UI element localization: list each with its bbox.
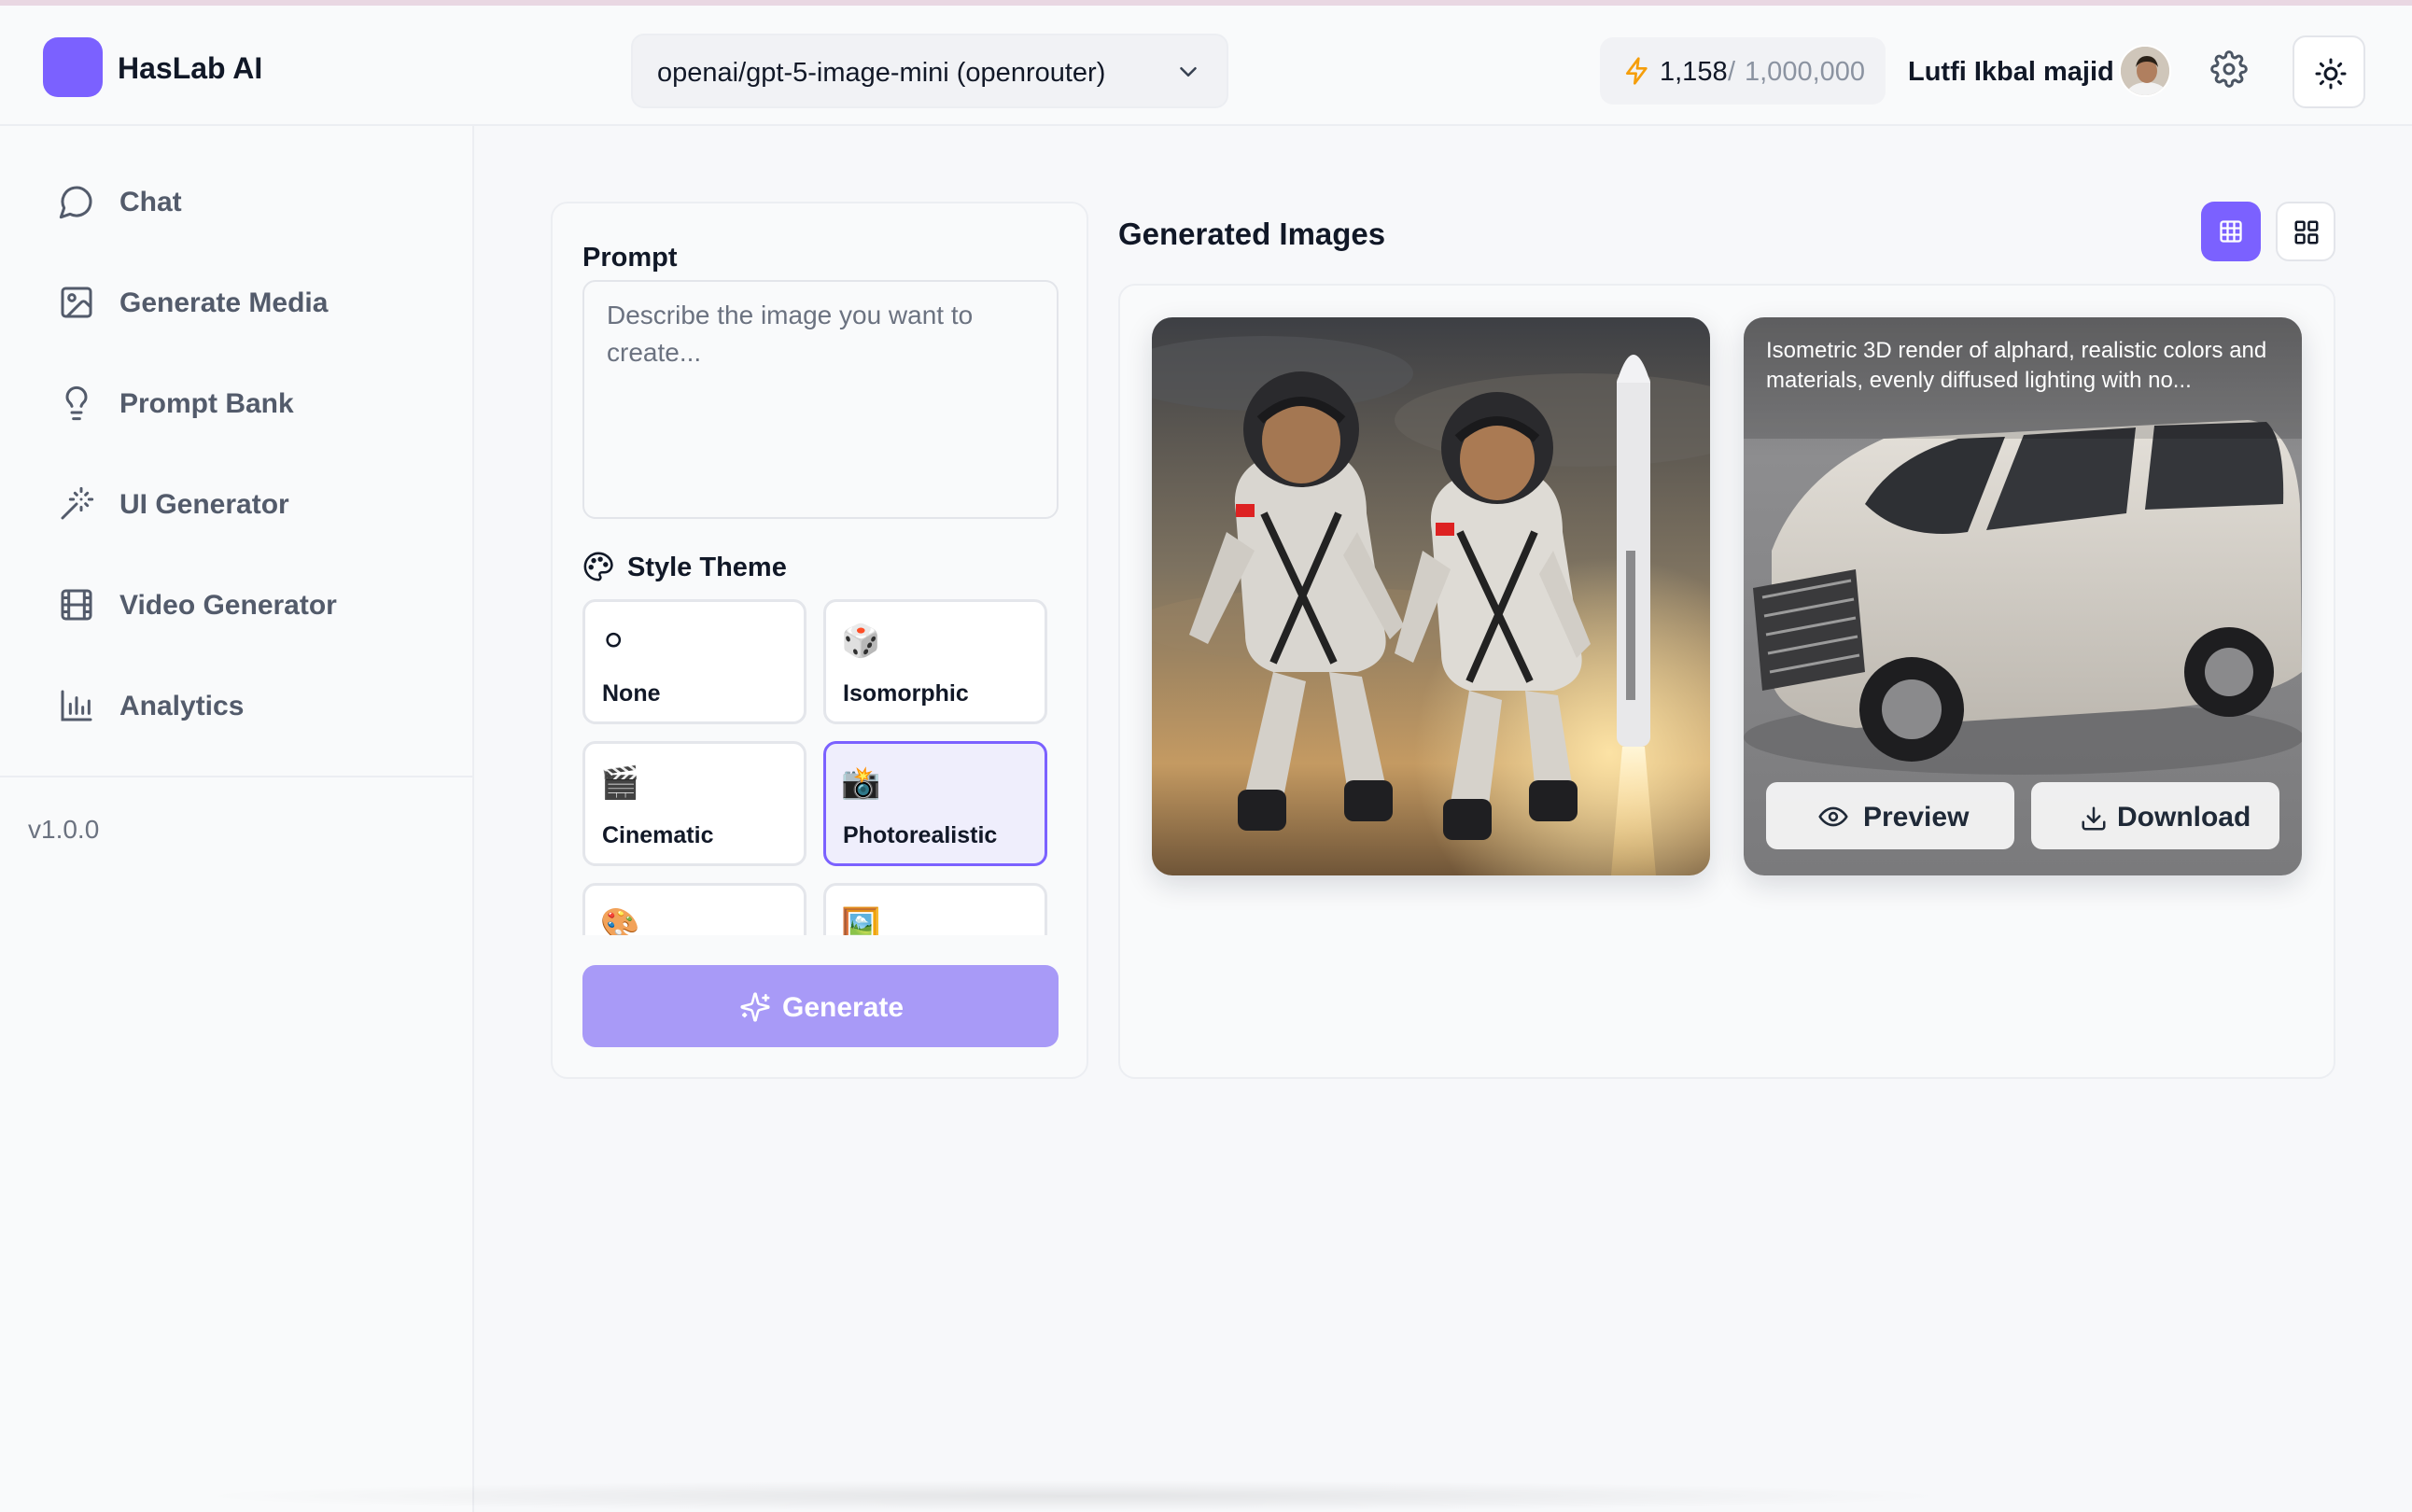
generated-image-card[interactable] bbox=[1152, 317, 1710, 875]
chevron-down-icon bbox=[1174, 58, 1202, 86]
prompt-panel: Prompt Style Theme ⚪ None 🎲 Isomorphic 🎬… bbox=[551, 202, 1088, 1079]
sun-icon bbox=[2314, 57, 2348, 91]
generated-image-card[interactable]: Isometric 3D render of alphard, realisti… bbox=[1744, 317, 2302, 875]
framed-picture-icon: 🖼️ bbox=[841, 907, 881, 935]
model-select-value: openai/gpt-5-image-mini (openrouter) bbox=[657, 58, 1106, 88]
style-theme-grid: ⚪ None 🎲 Isomorphic 🎬 Cinematic 📸 Photor… bbox=[582, 599, 1060, 935]
eye-icon bbox=[1818, 805, 1848, 829]
app-logo[interactable] bbox=[43, 37, 103, 97]
sidebar-item-generate-media[interactable]: Generate Media bbox=[37, 264, 448, 339]
settings-button[interactable] bbox=[2210, 50, 2248, 88]
user-name[interactable]: Lutfi Ikbal majid bbox=[1908, 57, 2114, 88]
download-icon bbox=[2080, 805, 2108, 833]
style-option-label: Cinematic bbox=[602, 822, 714, 848]
app-title: HasLab AI bbox=[118, 51, 263, 85]
sparkles-icon bbox=[739, 991, 771, 1023]
sidebar-item-label: Chat bbox=[119, 187, 182, 217]
sidebar-item-label: Prompt Bank bbox=[119, 388, 294, 419]
bolt-icon bbox=[1622, 56, 1652, 86]
theme-toggle-button[interactable] bbox=[2293, 35, 2365, 108]
style-option-photorealistic[interactable]: 📸 Photorealistic bbox=[823, 741, 1047, 866]
sidebar-item-label: Analytics bbox=[119, 691, 245, 721]
style-option-isomorphic[interactable]: 🎲 Isomorphic bbox=[823, 599, 1047, 724]
style-option-label: Photorealistic bbox=[843, 822, 998, 848]
download-button[interactable]: Download bbox=[2031, 782, 2279, 849]
credits-limit: 1,000,000 bbox=[1745, 57, 1866, 87]
bottom-shadow bbox=[187, 1480, 1960, 1512]
gear-icon bbox=[2210, 50, 2248, 88]
sidebar-item-label: UI Generator bbox=[119, 489, 289, 520]
sidebar-item-chat[interactable]: Chat bbox=[37, 163, 448, 238]
sidebar-item-ui-generator[interactable]: UI Generator bbox=[37, 466, 448, 540]
results-title: Generated Images bbox=[1118, 217, 1386, 251]
generated-images-panel: Isometric 3D render of alphard, realisti… bbox=[1118, 284, 2335, 1079]
style-option-label: Isomorphic bbox=[843, 680, 969, 707]
credits-separator: / bbox=[1728, 57, 1736, 87]
dice-icon: 🎲 bbox=[841, 623, 881, 659]
bar-chart-icon bbox=[58, 687, 95, 724]
table-grid-icon bbox=[2218, 218, 2244, 245]
sidebar: Chat Generate Media Prompt Bank UI Gener… bbox=[0, 126, 474, 1512]
prompt-label: Prompt bbox=[582, 243, 678, 273]
image-caption: Isometric 3D render of alphard, realisti… bbox=[1766, 338, 2267, 393]
palette-emoji-icon: 🎨 bbox=[600, 907, 640, 935]
film-icon bbox=[58, 586, 95, 623]
clapperboard-icon: 🎬 bbox=[600, 765, 640, 801]
grid-view-button[interactable] bbox=[2201, 202, 2261, 261]
generate-button[interactable]: Generate bbox=[582, 965, 1059, 1047]
preview-button-label: Preview bbox=[1863, 802, 1970, 833]
sidebar-item-video-generator[interactable]: Video Generator bbox=[37, 567, 448, 641]
lightbulb-icon bbox=[58, 385, 95, 422]
style-theme-label: Style Theme bbox=[627, 553, 787, 582]
sidebar-item-analytics[interactable]: Analytics bbox=[37, 667, 448, 742]
avatar[interactable] bbox=[2119, 45, 2171, 97]
style-option-label: None bbox=[602, 680, 661, 707]
sidebar-divider bbox=[0, 776, 474, 777]
prompt-input[interactable] bbox=[582, 280, 1059, 519]
preview-button[interactable]: Preview bbox=[1766, 782, 2014, 849]
white-circle-icon: ⚪ bbox=[600, 623, 627, 659]
style-option-cinematic[interactable]: 🎬 Cinematic bbox=[582, 741, 806, 866]
style-option-none[interactable]: ⚪ None bbox=[582, 599, 806, 724]
model-select[interactable]: openai/gpt-5-image-mini (openrouter) bbox=[631, 34, 1228, 108]
credits-used: 1,158 bbox=[1660, 57, 1728, 87]
download-button-label: Download bbox=[2117, 802, 2251, 833]
style-option-framed[interactable]: 🖼️ bbox=[823, 883, 1047, 935]
large-grid-view-button[interactable] bbox=[2276, 202, 2335, 261]
credits-indicator: 1,158 / 1,000,000 bbox=[1600, 37, 1886, 105]
image-icon bbox=[58, 284, 95, 321]
magic-wand-icon bbox=[58, 485, 95, 523]
sidebar-item-label: Video Generator bbox=[119, 590, 337, 621]
chat-bubble-icon bbox=[58, 183, 95, 220]
camera-flash-icon: 📸 bbox=[841, 765, 881, 801]
palette-icon bbox=[582, 551, 614, 582]
top-bar: HasLab AI openai/gpt-5-image-mini (openr… bbox=[0, 0, 2412, 126]
sidebar-item-prompt-bank[interactable]: Prompt Bank bbox=[37, 365, 448, 440]
sidebar-item-label: Generate Media bbox=[119, 287, 329, 318]
astronauts-image bbox=[1152, 317, 1710, 875]
generate-button-label: Generate bbox=[782, 992, 904, 1023]
app-version: v1.0.0 bbox=[28, 815, 100, 844]
layout-grid-icon bbox=[2293, 218, 2321, 246]
style-option-artistic[interactable]: 🎨 bbox=[582, 883, 806, 935]
